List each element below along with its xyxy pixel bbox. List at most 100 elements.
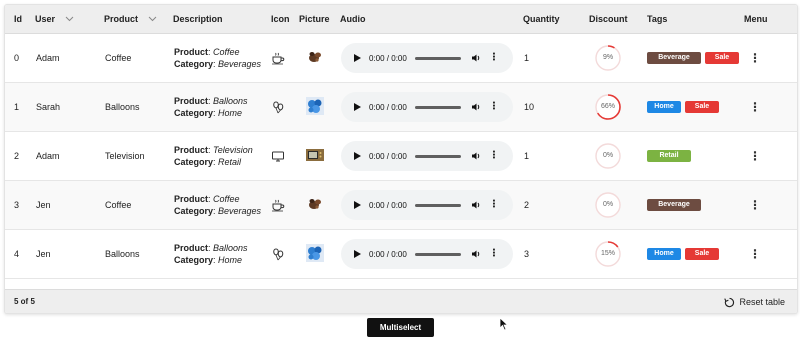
coffee-cup-icon [271,51,285,65]
header-quantity[interactable]: Quantity [523,5,560,33]
cell-user: Adam [36,53,60,63]
audio-seek-bar[interactable] [414,252,461,256]
volume-icon[interactable] [471,151,481,161]
volume-icon[interactable] [471,249,481,259]
table-row[interactable]: 0 Adam Coffee Product: Coffee Category: … [5,34,797,83]
discount-progress: 66% [594,93,622,121]
audio-player[interactable]: 0:00 / 0:00 ⋮ [341,92,513,122]
play-icon[interactable] [354,201,361,209]
audio-more-icon[interactable]: ⋮ [489,151,499,161]
audio-player[interactable]: 0:00 / 0:00 ⋮ [341,43,513,73]
audio-seek-bar[interactable] [414,56,461,60]
play-icon[interactable] [354,152,361,160]
cell-description: Product: Television Category: Retail [174,132,253,180]
header-discount[interactable]: Discount [589,5,628,33]
cell-product: Balloons [105,249,140,259]
cell-description: Product: Balloons Category: Home [174,230,248,278]
header-user[interactable]: User [35,5,74,33]
tag-badge: Sale [685,248,719,260]
discount-progress: 15% [594,240,622,268]
table-row[interactable]: 1 Sarah Balloons Product: Balloons Categ… [5,83,797,132]
category-label: Category [174,206,214,216]
product-label: Product [174,194,209,204]
audio-player[interactable]: 0:00 / 0:00 ⋮ [341,190,513,220]
play-icon[interactable] [354,54,361,62]
description-product: Product: Television [174,145,253,155]
product-picture[interactable] [306,97,324,115]
cell-description: Product: Balloons Category: Home [174,83,248,131]
reset-table-button[interactable]: Reset table [724,290,785,313]
volume-icon[interactable] [471,53,481,63]
product-label: Product [174,96,209,106]
audio-more-icon[interactable]: ⋮ [489,53,499,63]
volume-icon[interactable] [471,102,481,112]
reset-table-label: Reset table [739,297,785,307]
header-product[interactable]: Product [104,5,157,33]
cell-user: Sarah [36,102,61,112]
television-icon [271,149,285,163]
play-icon[interactable] [354,103,361,111]
product-picture[interactable] [306,195,324,213]
header-icon[interactable]: Icon [271,5,290,33]
discount-label: 0% [602,152,614,159]
discount-label: 66% [600,103,615,110]
chevron-down-icon[interactable] [65,5,74,33]
category-label: Category [174,108,214,118]
product-value: Television [213,145,253,155]
product-label: Product [174,47,209,57]
cell-product: Balloons [105,102,140,112]
product-label: Product [174,243,209,253]
description-product: Product: Coffee [174,47,240,57]
category-label: Category [174,255,214,265]
row-menu-icon[interactable]: ⋮ [749,97,761,117]
product-value: Balloons [213,243,248,253]
audio-more-icon[interactable]: ⋮ [489,200,499,210]
cell-quantity: 1 [524,53,530,63]
audio-seek-bar[interactable] [414,203,461,207]
cell-id: 0 [14,53,20,63]
table-row[interactable]: 2 Adam Television Product: Television Ca… [5,132,797,181]
multiselect-button[interactable]: Multiselect [367,318,434,337]
row-menu-icon[interactable]: ⋮ [749,195,761,215]
audio-time: 0:00 / 0:00 [369,249,407,259]
header-id[interactable]: Id [14,5,22,33]
discount-progress: 0% [594,142,622,170]
product-picture[interactable] [306,244,324,262]
row-menu-icon[interactable]: ⋮ [749,244,761,264]
audio-seek-bar[interactable] [414,105,461,109]
header-menu[interactable]: Menu [744,5,768,33]
audio-time: 0:00 / 0:00 [369,200,407,210]
coffee-cup-icon [271,198,285,212]
product-picture[interactable] [306,146,324,164]
header-tags[interactable]: Tags [647,5,667,33]
header-picture[interactable]: Picture [299,5,330,33]
audio-more-icon[interactable]: ⋮ [489,102,499,112]
product-value: Coffee [213,194,240,204]
tag-badge: Sale [705,52,739,64]
tag-badge: Home [647,101,681,113]
product-picture[interactable] [306,48,324,66]
row-count: 5 of 5 [14,297,35,306]
row-menu-icon[interactable]: ⋮ [749,48,761,68]
tag-badge: Sale [685,101,719,113]
audio-seek-bar[interactable] [414,154,461,158]
audio-more-icon[interactable]: ⋮ [489,249,499,259]
header-product-label: Product [104,14,139,24]
audio-player[interactable]: 0:00 / 0:00 ⋮ [341,239,513,269]
play-icon[interactable] [354,250,361,258]
header-description[interactable]: Description [173,5,223,33]
chevron-down-icon[interactable] [148,5,157,33]
row-menu-icon[interactable]: ⋮ [749,146,761,166]
description-category: Category: Home [174,108,243,118]
audio-time: 0:00 / 0:00 [369,102,407,112]
cell-product: Coffee [105,53,132,63]
audio-player[interactable]: 0:00 / 0:00 ⋮ [341,141,513,171]
table-row[interactable]: 4 Jen Balloons Product: Balloons Categor… [5,230,797,279]
volume-icon[interactable] [471,200,481,210]
table-row[interactable]: 3 Jen Coffee Product: Coffee Category: B… [5,181,797,230]
description-category: Category: Beverages [174,59,262,69]
description-product: Product: Coffee [174,194,240,204]
cell-id: 4 [14,249,20,259]
header-audio[interactable]: Audio [340,5,366,33]
balloons-icon [271,247,285,261]
